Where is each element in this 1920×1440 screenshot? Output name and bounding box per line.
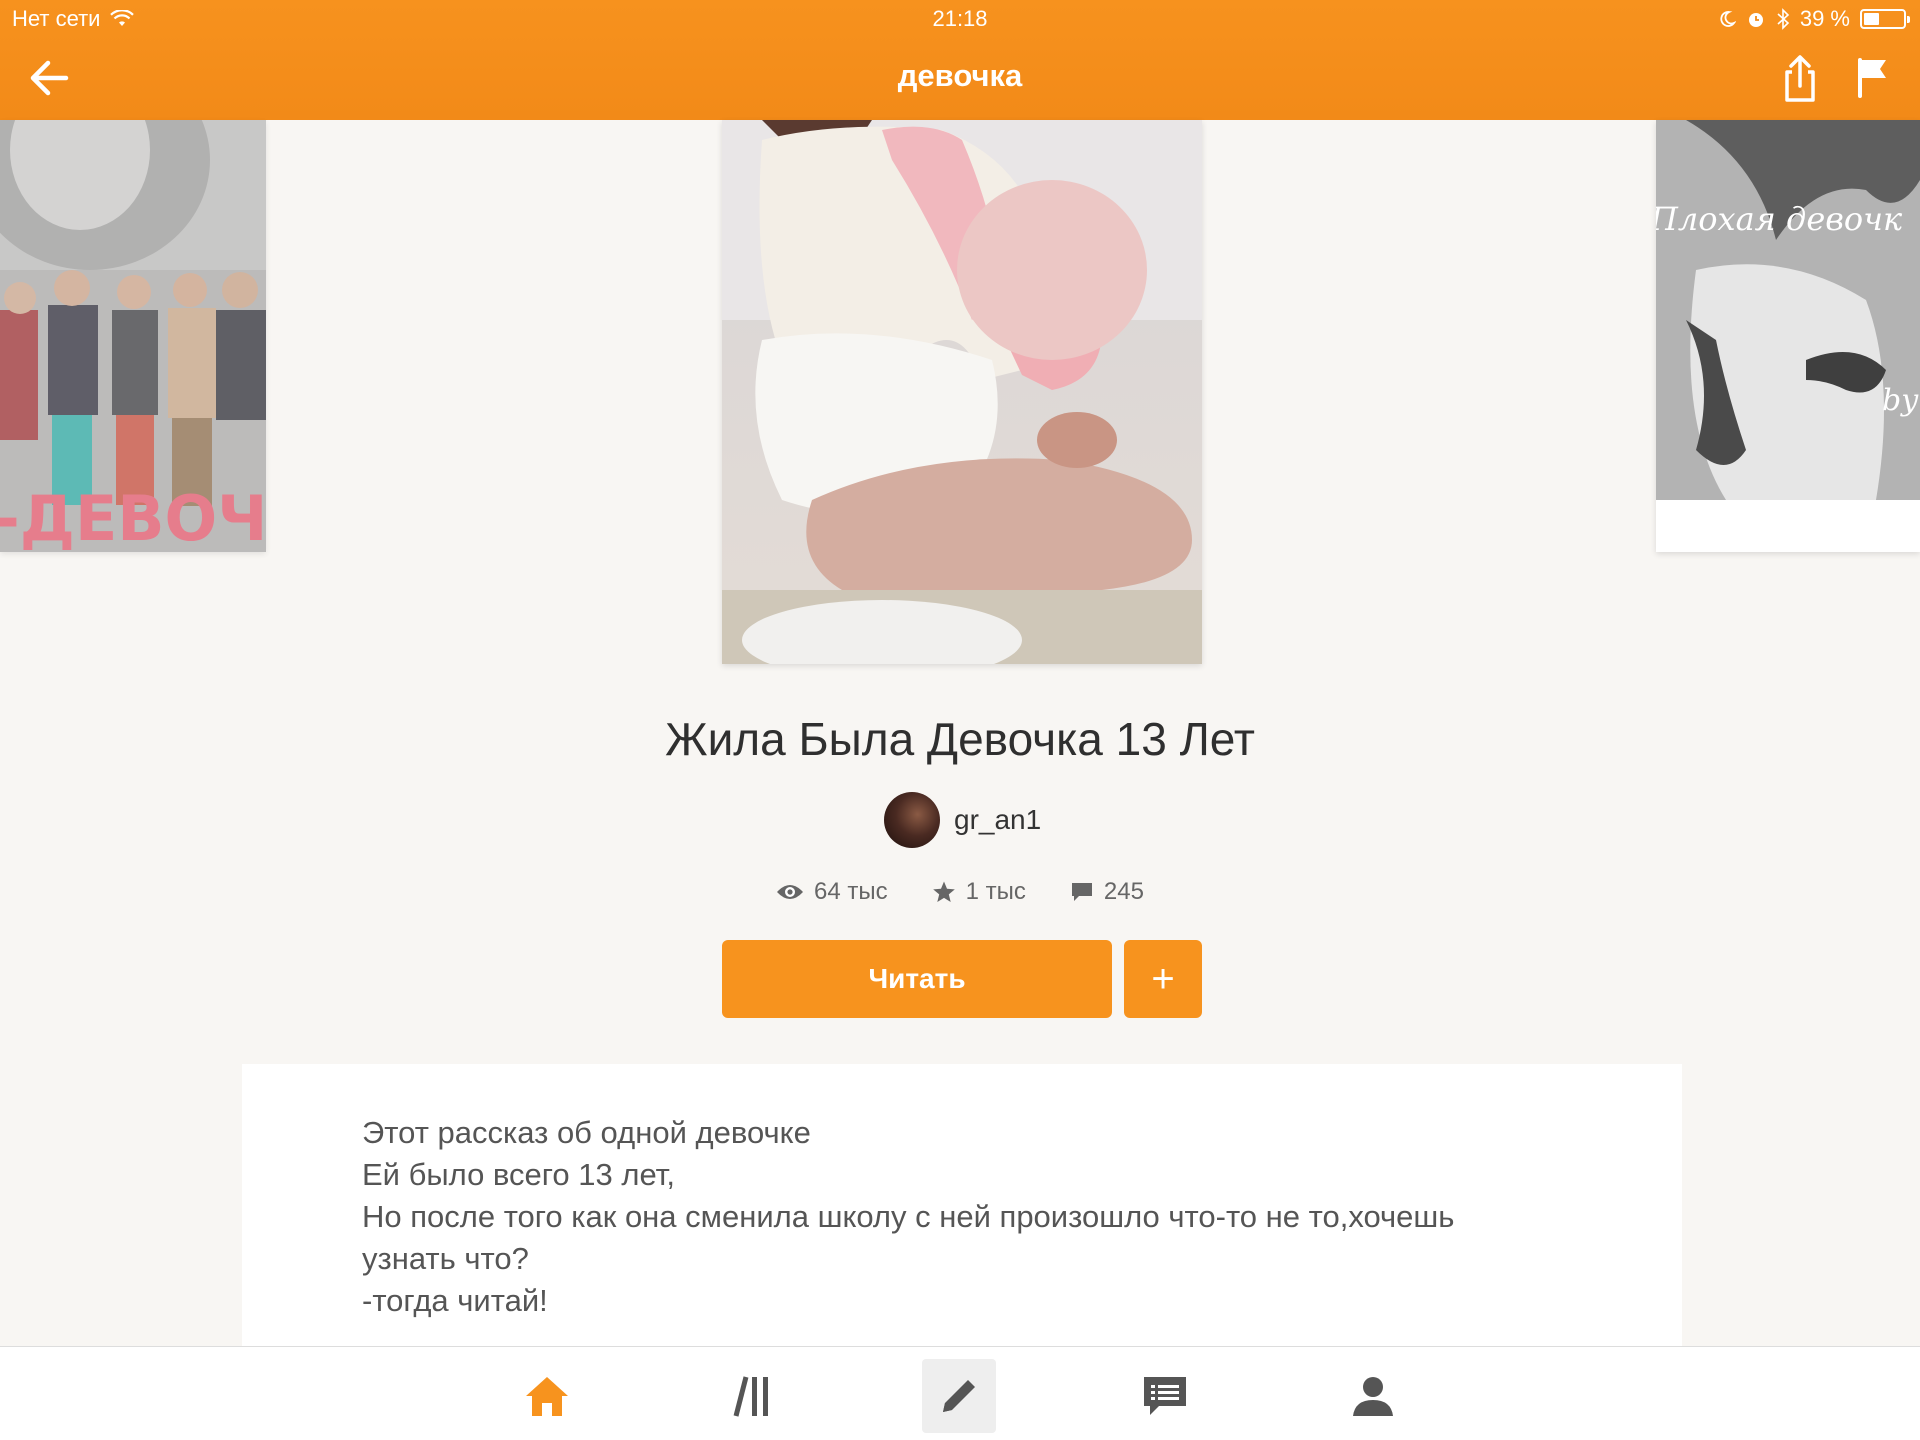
cover-previous-art: -ДЕВОЧК xyxy=(0,120,266,552)
tab-bar xyxy=(0,1346,1920,1440)
share-icon xyxy=(1785,55,1815,102)
description-line: узнать что? xyxy=(362,1241,529,1276)
description-line: Ей было всего 13 лет, xyxy=(362,1157,676,1192)
views-stat: 64 тыс xyxy=(776,878,888,906)
flag-icon xyxy=(1858,58,1886,98)
comments-count: 245 xyxy=(1103,878,1144,905)
battery-percent: 39 % xyxy=(1799,6,1850,31)
cover-next-text: Плохая девочк xyxy=(1656,200,1903,238)
cover-next-art: Плохая девочк by xyxy=(1656,120,1920,500)
description-line: -тогда читай! xyxy=(362,1283,548,1318)
report-button[interactable] xyxy=(1848,52,1896,104)
tab-messages[interactable] xyxy=(1128,1359,1202,1433)
profile-icon xyxy=(1353,1377,1393,1416)
add-to-library-button[interactable]: + xyxy=(1124,940,1202,1018)
read-button[interactable]: Читать xyxy=(722,940,1112,1018)
comments-stat: 245 xyxy=(1070,878,1144,906)
status-network: Нет сети xyxy=(12,6,135,32)
tab-home[interactable] xyxy=(510,1359,584,1433)
eye-icon xyxy=(777,885,804,899)
bluetooth-icon xyxy=(1777,8,1790,30)
comment-icon xyxy=(1071,883,1092,901)
cover-next[interactable]: Плохая девочк by xyxy=(1656,120,1920,552)
description-line: Но после того как она сменила школу с не… xyxy=(362,1199,1455,1234)
tab-library[interactable] xyxy=(717,1359,791,1433)
battery-level xyxy=(1864,13,1879,25)
messages-icon xyxy=(1144,1377,1186,1415)
cover-next-sub: by xyxy=(1882,383,1919,418)
avatar[interactable] xyxy=(884,792,940,848)
cover-current[interactable] xyxy=(722,120,1202,664)
star-icon xyxy=(932,881,955,902)
share-button[interactable] xyxy=(1776,52,1824,104)
battery-icon xyxy=(1860,9,1910,29)
cover-previous-text: -ДЕВОЧК xyxy=(0,482,266,552)
author-name[interactable]: gr_an1 xyxy=(954,804,1041,836)
story-description: Этот рассказ об одной девочке Ей было вс… xyxy=(242,1064,1682,1346)
network-label: Нет сети xyxy=(12,6,101,31)
votes-stat: 1 тыс xyxy=(932,878,1026,906)
story-title: Жила Была Девочка 13 Лет xyxy=(665,713,1255,765)
page-title: девочка xyxy=(897,58,1023,93)
cover-current-art xyxy=(722,120,1202,664)
navigation-bar: 21:18 Нет сети 39 % девочка xyxy=(0,0,1920,120)
votes-count: 1 тыс xyxy=(965,878,1026,905)
library-icon xyxy=(733,1376,768,1417)
tab-write[interactable] xyxy=(922,1359,996,1433)
wifi-icon xyxy=(110,10,135,26)
alarm-icon xyxy=(1748,13,1763,27)
tab-profile[interactable] xyxy=(1336,1359,1410,1433)
cover-previous[interactable]: -ДЕВОЧК xyxy=(0,120,266,552)
pencil-icon xyxy=(943,1380,975,1412)
status-indicators: 39 % xyxy=(1718,6,1910,32)
story-stats: 64 тыс 1 тыс 245 xyxy=(0,878,1920,906)
status-time: 21:18 xyxy=(932,6,988,31)
views-count: 64 тыс xyxy=(814,878,888,905)
moon-icon xyxy=(1720,11,1736,27)
home-icon xyxy=(526,1377,568,1416)
battery-tip xyxy=(1907,16,1910,23)
description-line: Этот рассказ об одной девочке xyxy=(362,1115,811,1150)
author-link[interactable]: gr_an1 xyxy=(884,792,1041,848)
